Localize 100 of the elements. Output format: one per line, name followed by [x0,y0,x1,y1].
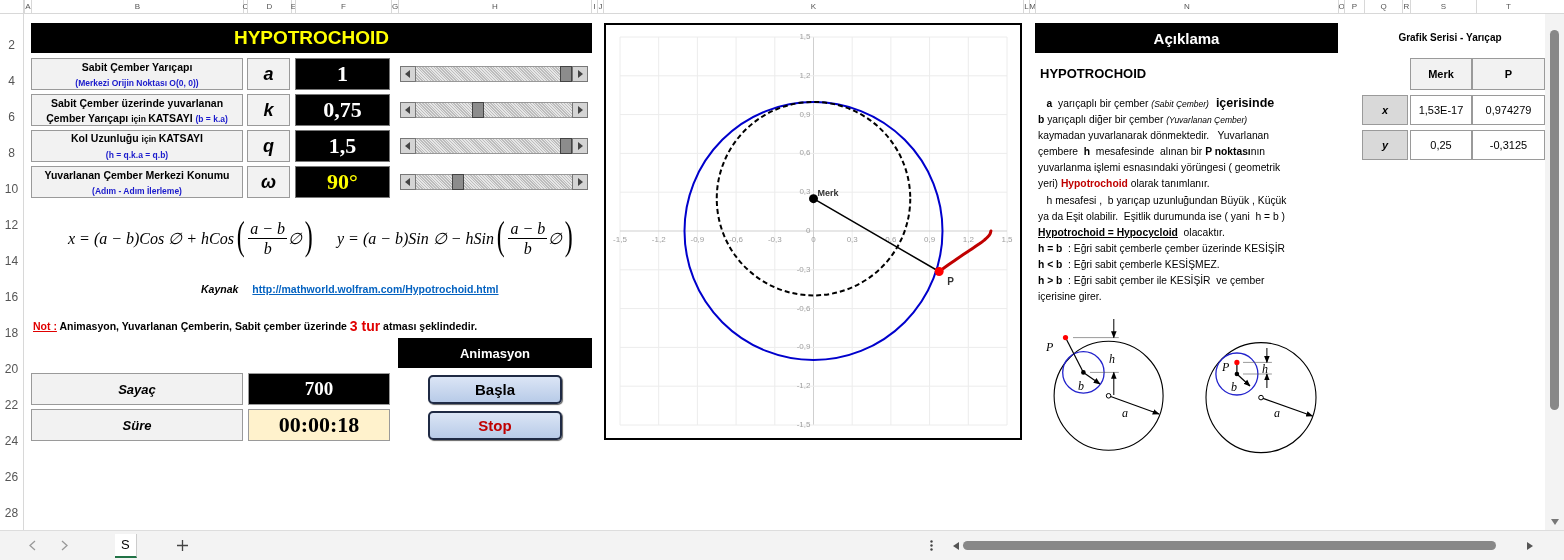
slider-thumb[interactable] [452,174,464,190]
row-header[interactable]: 14 [0,243,23,279]
source-link[interactable]: http://mathworld.wolfram.com/Hypotrochoid.html [252,283,499,295]
caret-right-icon [577,178,583,186]
diagram-label: h [1109,352,1115,367]
axis-tick-label: 0,9 [799,109,811,119]
scroll-down-button[interactable] [1549,518,1560,526]
diagram-label: a [1274,406,1280,421]
scroll-right-button[interactable] [572,102,588,118]
axis-tick-label: -0,6 [729,235,743,244]
axis-tick-label: 1,2 [799,70,811,80]
sheet-tab[interactable]: S [115,533,137,558]
row-header[interactable]: 26 [0,459,23,495]
axis-tick-label: 1,5 [799,32,811,41]
axis-tick-label: -1,2 [796,381,811,391]
column-header[interactable]: I [591,0,597,13]
source-label: Kaynak [201,283,239,295]
column-header[interactable]: G [391,0,398,13]
row-header[interactable]: 24 [0,423,23,459]
row-header[interactable]: 4 [0,63,23,99]
caret-right-icon [577,70,583,78]
axis-tick-label: -1,5 [796,420,811,429]
column-header[interactable]: L [1023,0,1029,13]
animation-button[interactable]: Başla [428,374,562,404]
animation-button[interactable]: Stop [428,410,562,440]
diagram-label: P [1046,340,1054,355]
table-title: Grafik Serisi - Yarıçap [1397,30,1503,45]
slider-thumb[interactable] [472,102,485,118]
column-header[interactable]: J [597,0,603,13]
parameter-symbol: ω [247,166,290,198]
axis-tick-label: -0,9 [796,342,811,352]
row-header[interactable]: 12 [0,207,23,243]
column-header[interactable]: A [24,0,31,13]
axis-tick-label: 1,5 [1001,235,1013,244]
parameter-label: Sabit Çember üzerinde yuvarlanan Çember Yarıçapı için KATSAYI (b = k.a) [31,94,243,126]
axis-tick-label: -1,5 [613,235,627,244]
table-cell: -0,3125 [1472,130,1545,160]
column-header[interactable]: N [1035,0,1338,13]
scroll-right-button[interactable] [572,174,588,190]
column-header[interactable]: P [1344,0,1364,13]
note-text: Not : Animasyon, Yuvarlanan Çemberin, Sabit çember üzerinde 3 tur atması şeklindedir. [32,318,478,334]
diagram-label: b [1078,379,1084,394]
scroll-left-button[interactable] [400,102,416,118]
column-header[interactable]: R [1402,0,1410,13]
axis-tick-label: -1,2 [651,235,666,244]
scrollbar-thumb[interactable] [962,541,1496,550]
row-header-cell: x [1362,95,1408,125]
column-header[interactable]: D [247,0,291,13]
column-header-cell: Merk [1410,58,1472,90]
column-header[interactable]: O [1338,0,1344,13]
parameter-value: 90° [327,171,358,193]
counter-label: Sayaç [31,373,243,405]
row-header[interactable]: 2 [0,27,23,63]
scroll-left-button[interactable] [400,138,416,154]
parameter-label: Kol Uzunluğu için KATSAYI (h = q.k.a = q.b) [31,130,243,162]
diagram-label: b [1231,380,1237,395]
description-text: a yarıçaplı bir çember (Sabit Çember) içerisinde b yarıçaplı diğer bir çember (Yuvarlanan Çember) kaymadan yuvarlanarak dönmektedir. Yuvarlanan çembere h mesafesinde alınan bir P noktasının yuvarlanma işlemi esnasındaki yörüngesi ( geometrik yeri) Hypotrochoid olarak tanımlanır. h mesafesi , b yarıçap uzunluğundan Büyük , Küçük ya da Eşit olabilir. Eşitlik durumunda ise ( yani h = b ) Hypotrochoid = Hypocycloid olacaktır. h = b : Eğri sabit çemberle çember üzerinde KESİŞİR h < b : Eğri sabit çemberle KESİŞMEZ. h > b : Eğri sabit çember ile KESİŞİR ve çember içerisine girer. [1037,95,1287,305]
row-header[interactable]: 20 [0,351,23,387]
scroll-left-button[interactable] [400,66,416,82]
scroll-left-button[interactable] [400,174,416,190]
add-sheet-icon[interactable] [176,540,188,551]
axis-tick-label: 0 [806,226,811,235]
row-header[interactable]: 6 [0,99,23,135]
column-header[interactable]: B [31,0,243,13]
row-header-cell: y [1362,130,1408,160]
more-options-icon[interactable] [929,540,933,551]
column-header[interactable]: F [295,0,391,13]
column-header[interactable]: M [1029,0,1035,13]
counter-value: 700 [248,373,390,405]
row-header[interactable]: 28 [0,495,23,530]
column-header[interactable]: C [243,0,247,13]
caret-left-icon [405,178,411,186]
slider-thumb[interactable] [560,66,572,82]
column-header-cell: P [1472,58,1545,90]
row-header[interactable]: 22 [0,387,23,423]
column-header[interactable]: S [1410,0,1476,13]
axis-tick-label: 0,3 [799,187,811,197]
row-header[interactable]: 8 [0,135,23,171]
scroll-right-button[interactable] [572,138,588,154]
axis-tick-label: 0,9 [924,235,936,244]
scroll-left-icon[interactable] [952,541,959,550]
row-header[interactable]: 18 [0,315,23,351]
column-header[interactable]: H [398,0,591,13]
row-header[interactable]: 10 [0,171,23,207]
scroll-right-icon[interactable] [1526,541,1533,550]
parameter-value: 1 [337,63,348,85]
parameter-value: 1,5 [328,135,357,157]
animation-header: Animasyon [398,338,592,368]
row-header[interactable]: 16 [0,279,23,315]
scroll-right-button[interactable] [572,66,588,82]
scrollbar-thumb[interactable] [1550,30,1559,410]
slider-thumb[interactable] [560,138,572,154]
parameter-symbol: k [247,94,290,126]
caret-left-icon [405,142,411,150]
column-header[interactable]: Q [1364,0,1402,13]
axis-tick-label: -0,3 [767,235,782,244]
column-header[interactable]: K [603,0,1023,13]
table-cell: 0,974279 [1472,95,1545,125]
table-cell: 1,53E-17 [1410,95,1472,125]
column-header[interactable]: T [1476,0,1540,13]
